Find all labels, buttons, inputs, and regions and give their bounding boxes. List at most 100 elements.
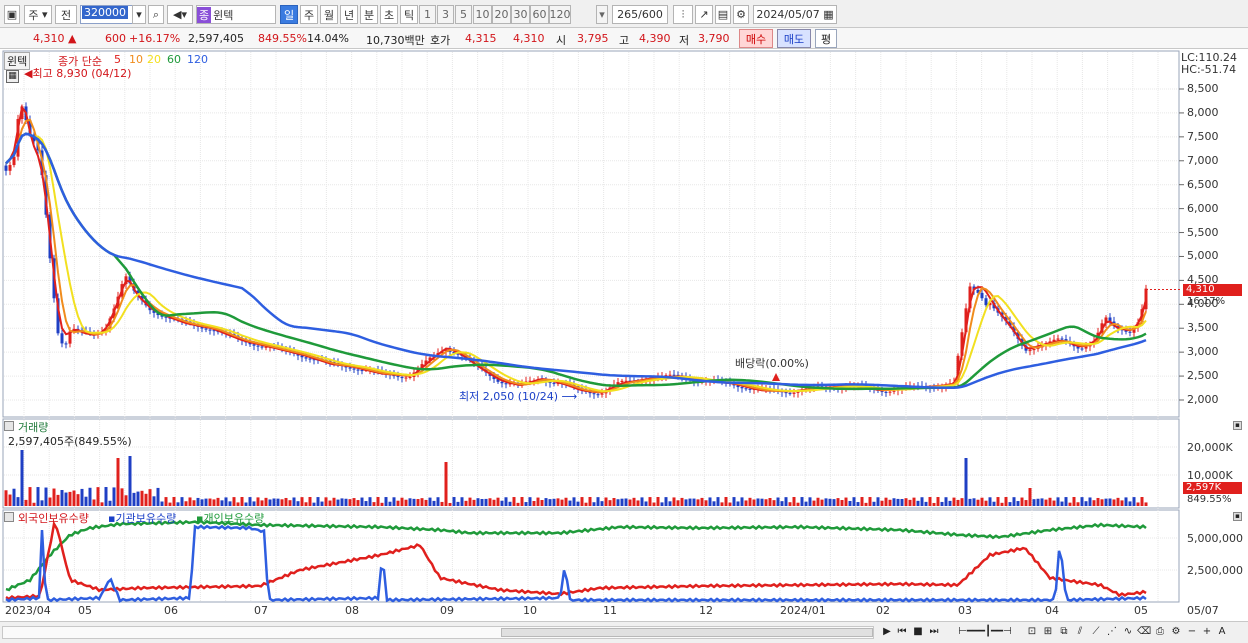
candle-body	[788, 393, 792, 395]
x-axis-label: 09	[440, 604, 454, 617]
scroll-right-icon[interactable]: ▶	[880, 625, 894, 639]
stock-name-field[interactable]: 종 윈텍	[196, 5, 276, 24]
x-axis-label: 05	[78, 604, 92, 617]
volume-bar	[500, 500, 504, 506]
volume-bar	[1124, 497, 1128, 506]
range-field[interactable]: 265/600	[612, 5, 668, 24]
holdings-panel-close-icon[interactable]: ▪	[1233, 512, 1242, 521]
tab-minute-20[interactable]: 20	[492, 5, 511, 24]
holdings-panel-icon[interactable]	[4, 512, 14, 522]
zoom-out-icon[interactable]: −	[1185, 625, 1199, 639]
sell-button[interactable]: 매도	[777, 29, 811, 48]
volume-bar	[552, 498, 556, 506]
volume-bar	[12, 488, 16, 506]
volume-bar	[536, 497, 540, 506]
volume-bar	[896, 498, 900, 506]
volume-bar	[136, 491, 140, 506]
search-icon[interactable]: ⌕	[148, 5, 164, 24]
volume-bar	[508, 501, 512, 506]
crosshair-icon[interactable]: ⊡	[1025, 625, 1039, 639]
chart-scrollbar[interactable]	[2, 626, 874, 639]
volume-panel-icon[interactable]	[4, 421, 14, 431]
skip-back-icon[interactable]: ⏮	[895, 625, 909, 639]
sound-icon[interactable]: ◀▾	[167, 5, 193, 24]
chart-type-icon[interactable]: ⫶	[673, 5, 693, 24]
tab-period-1[interactable]: 주	[300, 5, 318, 24]
volume-bar	[436, 497, 440, 506]
tab-minute-60[interactable]: 60	[530, 5, 549, 24]
tab-period-0[interactable]: 일	[280, 5, 298, 24]
layout-icon[interactable]: ▣	[4, 5, 20, 24]
volume-bar	[828, 498, 832, 506]
volume-bar	[276, 498, 280, 506]
tab-minute-10[interactable]: 10	[473, 5, 492, 24]
volume-bar	[664, 497, 668, 506]
volume-bar	[312, 502, 316, 506]
date-field[interactable]: 2024/05/07 ▦	[753, 5, 837, 24]
all-button[interactable]: 전	[55, 5, 77, 24]
tab-minute-5[interactable]: 5	[455, 5, 472, 24]
holdings-tick-5m: 5,000,000	[1187, 532, 1243, 545]
volume-bar	[584, 502, 588, 506]
candle-body	[64, 343, 68, 345]
gear-icon[interactable]: ⚙	[733, 5, 749, 24]
tab-period-5[interactable]: 초	[380, 5, 398, 24]
trend-icon[interactable]: ⟋	[1089, 625, 1103, 639]
draw-tool-icon[interactable]: ↗	[695, 5, 713, 24]
candle-body	[304, 357, 308, 359]
tab-period-3[interactable]: 년	[340, 5, 358, 24]
volume-bar	[1096, 497, 1100, 506]
tab-minute-120[interactable]: 120	[549, 5, 571, 24]
zoom-in-icon[interactable]: +	[1200, 625, 1214, 639]
stop-icon[interactable]: ■	[911, 625, 925, 639]
font-size-icon[interactable]: A	[1215, 625, 1229, 639]
erase-icon[interactable]: ⌫	[1137, 625, 1151, 639]
print-icon[interactable]: ⎙	[1153, 625, 1167, 639]
indicator-icon[interactable]: ⫽	[1073, 625, 1087, 639]
draw-icon[interactable]: ∿	[1121, 625, 1135, 639]
volume-bar	[88, 487, 92, 506]
layout-grid-icon[interactable]: ⊞	[1041, 625, 1055, 639]
panel-settings-icon[interactable]: ▦	[6, 70, 19, 83]
compare-icon[interactable]: ⧉	[1057, 625, 1071, 639]
scroll-thumb[interactable]	[501, 628, 873, 637]
volume-bar	[704, 500, 708, 506]
volume-bar	[780, 501, 784, 506]
volume-bar	[432, 500, 436, 506]
volume-bar	[920, 497, 924, 506]
candle-body	[8, 165, 12, 171]
volume-panel-close-icon[interactable]: ▪	[1233, 421, 1242, 430]
code-input[interactable]: 320000	[80, 5, 140, 24]
settings-icon[interactable]: ⚙	[1169, 625, 1183, 639]
volume-bar	[1028, 488, 1032, 506]
stock-chart[interactable]	[0, 49, 1248, 621]
minute-dropdown-icon[interactable]: ▾	[596, 5, 608, 24]
eval-button[interactable]: 평	[815, 29, 837, 48]
tab-minute-1[interactable]: 1	[419, 5, 436, 24]
volume-bar	[720, 502, 724, 506]
volume-bar	[1140, 497, 1144, 506]
volume-bar	[56, 494, 60, 506]
tab-minute-3[interactable]: 3	[437, 5, 454, 24]
price-tick: 3,000	[1187, 345, 1219, 359]
tab-minute-30[interactable]: 30	[511, 5, 530, 24]
ask-price: 4,315	[465, 32, 497, 45]
tab-period-4[interactable]: 분	[360, 5, 378, 24]
volume-bar	[924, 501, 928, 506]
pattern-icon[interactable]: ⋰	[1105, 625, 1119, 639]
volume-bar	[540, 500, 544, 506]
save-icon[interactable]: ▤	[715, 5, 731, 24]
zoom-slider[interactable]: ⊢━━━┃━━⊣	[950, 625, 1020, 639]
tab-period-2[interactable]: 월	[320, 5, 338, 24]
candle-body	[352, 368, 356, 370]
volume-bar	[568, 500, 572, 506]
volume-bar	[1116, 497, 1120, 506]
volume-bar	[880, 500, 884, 506]
period-select[interactable]: 주 ▾	[24, 5, 52, 24]
buy-button[interactable]: 매수	[739, 29, 773, 48]
ma-legend-120: 120	[187, 53, 208, 66]
tab-period-6[interactable]: 틱	[400, 5, 418, 24]
volume-bar	[512, 497, 516, 506]
code-dropdown-icon[interactable]: ▾	[132, 5, 146, 24]
skip-forward-icon[interactable]: ⏭	[927, 625, 941, 639]
